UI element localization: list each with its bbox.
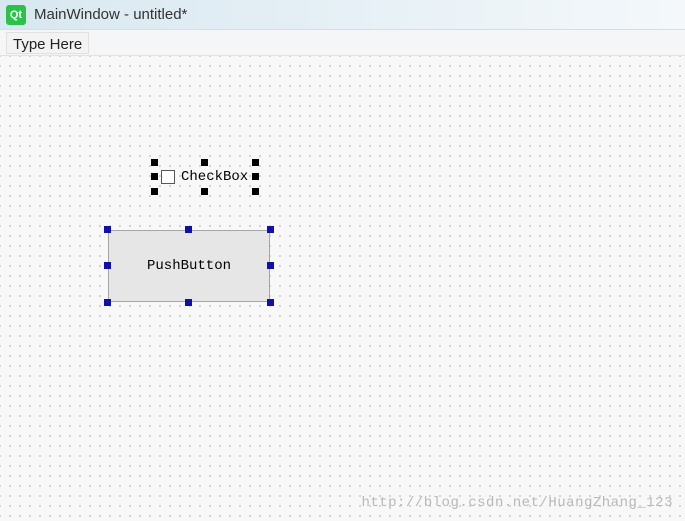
qt-logo-icon: Qt <box>6 5 26 25</box>
resize-handle-tr[interactable] <box>252 159 259 166</box>
resize-handle-mr[interactable] <box>267 262 274 269</box>
watermark-text: http://blog.csdn.net/HuangZhang_123 <box>361 495 673 511</box>
window-titlebar: Qt MainWindow - untitled* <box>0 0 685 30</box>
checkbox-widget[interactable]: CheckBox <box>155 163 255 191</box>
resize-handle-bc[interactable] <box>185 299 192 306</box>
resize-handle-ml[interactable] <box>151 173 158 180</box>
pushbutton-label: PushButton <box>147 258 231 274</box>
checkbox-inner[interactable]: CheckBox <box>155 163 255 191</box>
resize-handle-bl[interactable] <box>104 299 111 306</box>
menu-type-here[interactable]: Type Here <box>6 32 89 54</box>
resize-handle-bc[interactable] <box>201 188 208 195</box>
designer-canvas[interactable]: CheckBox PushButton http://blog.csdn.net… <box>0 56 685 521</box>
resize-handle-mr[interactable] <box>252 173 259 180</box>
pushbutton-widget[interactable]: PushButton <box>108 230 270 302</box>
resize-handle-tl[interactable] <box>151 159 158 166</box>
resize-handle-br[interactable] <box>267 299 274 306</box>
resize-handle-br[interactable] <box>252 188 259 195</box>
resize-handle-ml[interactable] <box>104 262 111 269</box>
resize-handle-tl[interactable] <box>104 226 111 233</box>
resize-handle-bl[interactable] <box>151 188 158 195</box>
menubar[interactable]: Type Here <box>0 30 685 56</box>
checkbox-indicator[interactable] <box>161 170 175 184</box>
resize-handle-tr[interactable] <box>267 226 274 233</box>
resize-handle-tc[interactable] <box>201 159 208 166</box>
pushbutton-inner[interactable]: PushButton <box>108 230 270 302</box>
resize-handle-tc[interactable] <box>185 226 192 233</box>
window-title: MainWindow - untitled* <box>34 6 187 23</box>
checkbox-label: CheckBox <box>181 169 248 185</box>
